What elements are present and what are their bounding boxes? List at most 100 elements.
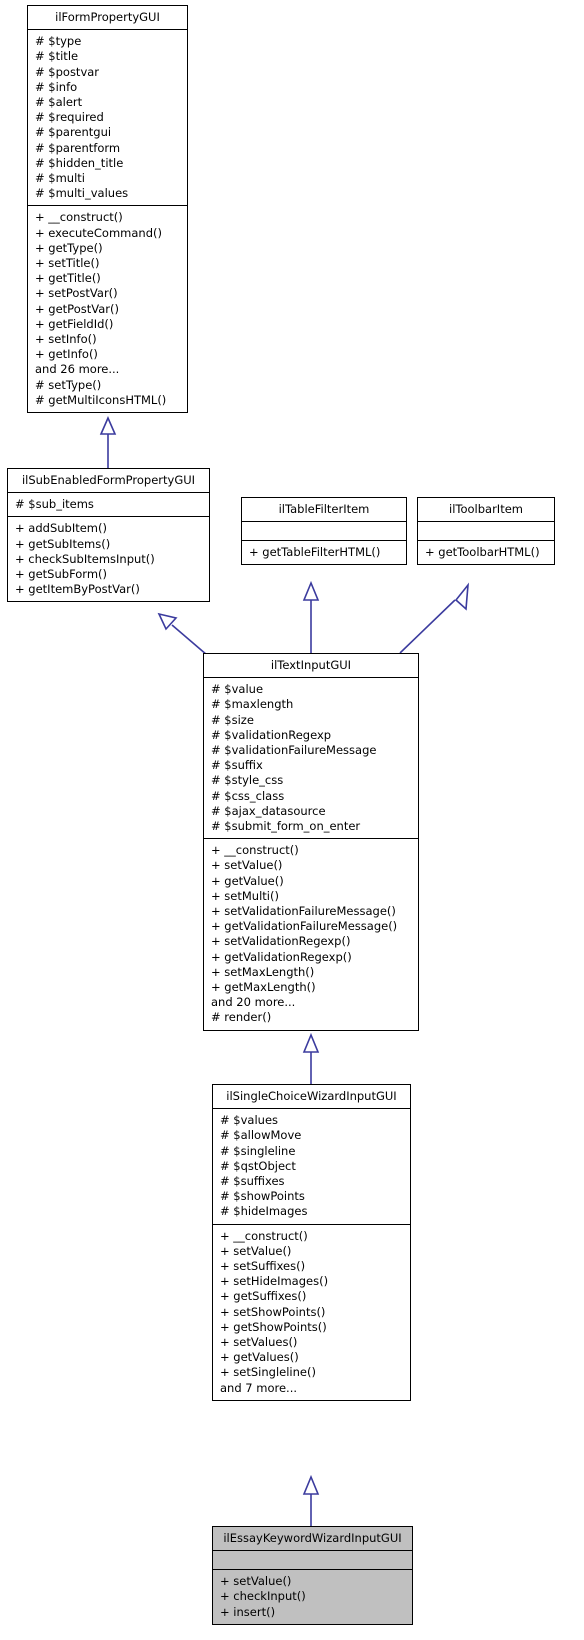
attribute-row: # $parentgui [35, 125, 112, 140]
class-operations: + addSubItem() + getSubItems() + checkSu… [8, 517, 209, 601]
operation-row: + insert() [220, 1604, 276, 1619]
operation-row: + setMulti() [211, 888, 279, 903]
attribute-row: # $multi [35, 171, 85, 186]
edge-textinput-to-subenabled [157, 612, 208, 656]
class-box-iltextinputgui[interactable]: ilTextInputGUI # $value # $maxlength # $… [203, 653, 419, 1031]
operation-row: + getType() [35, 240, 103, 255]
attribute-row: # $size [211, 712, 254, 727]
class-operations: + getToolbarHTML() [418, 541, 554, 564]
attribute-row: # $sub_items [15, 497, 94, 512]
operation-row: + getSubForm() [15, 567, 108, 582]
operation-row: + getTitle() [35, 271, 101, 286]
attribute-row: # $values [220, 1113, 279, 1128]
operation-row: + getValidationRegexp() [211, 949, 352, 964]
attribute-row: # $info [35, 79, 78, 94]
attribute-row: # $parentform [35, 140, 121, 155]
attribute-row: # $suffixes [220, 1174, 285, 1189]
attribute-row: # $singleline [220, 1143, 296, 1158]
class-box-ilformpropertygui[interactable]: ilFormPropertyGUI # $type # $title # $po… [27, 5, 188, 414]
edge-essaykeyword-to-singlechoice [302, 1474, 320, 1526]
class-operations: + __construct() + executeCommand() + get… [28, 206, 187, 412]
attribute-row: # $value [211, 682, 264, 697]
operation-row: + getFieldId() [35, 316, 114, 331]
operation-row: + getSubItems() [15, 536, 111, 551]
operation-row: # render() [211, 1010, 272, 1025]
operation-row: + getValue() [211, 873, 284, 888]
class-operations: + setValue() + checkInput() + insert() [213, 1570, 412, 1624]
class-attributes: # $sub_items [8, 493, 209, 518]
edge-textinput-to-toolbaritem [399, 582, 470, 654]
attribute-row: # $ajax_datasource [211, 803, 326, 818]
attribute-row: # $postvar [35, 64, 100, 79]
operation-row: + __construct() [220, 1228, 308, 1243]
uml-class-diagram: ilFormPropertyGUI # $type # $title # $po… [0, 0, 584, 1640]
operation-row: + setHideImages() [220, 1274, 329, 1289]
attribute-row: # $type [35, 34, 82, 49]
attribute-row: # $allowMove [220, 1128, 302, 1143]
operation-row: + setValue() [211, 858, 283, 873]
operation-row: + setShowPoints() [220, 1304, 326, 1319]
edge-singlechoice-to-textinput [302, 1032, 320, 1084]
attribute-row: # $multi_values [35, 186, 129, 201]
operation-row: + getValidationFailureMessage() [211, 919, 398, 934]
operation-row: + setValue() [220, 1243, 292, 1258]
operation-row: + getTableFilterHTML() [249, 545, 381, 560]
attribute-row: # $title [35, 49, 79, 64]
attribute-row: # $qstObject [220, 1158, 296, 1173]
attribute-row: # $hideImages [220, 1204, 308, 1219]
operation-row: + setValues() [220, 1335, 298, 1350]
attribute-row: # $required [35, 110, 104, 125]
attribute-row: # $showPoints [220, 1189, 305, 1204]
class-box-ilessaykeywordwizardinputgui[interactable]: ilEssayKeywordWizardInputGUI + setValue(… [212, 1526, 413, 1625]
operation-row: + getInfo() [35, 347, 98, 362]
operation-row: + getPostVar() [35, 301, 119, 316]
class-title: ilToolbarItem [418, 498, 554, 523]
operation-row: + setMaxLength() [211, 964, 315, 979]
attribute-row: # $hidden_title [35, 155, 124, 170]
operation-row: + getShowPoints() [220, 1319, 327, 1334]
attribute-row: # $submit_form_on_enter [211, 819, 361, 834]
operation-row-more: and 26 more... [35, 362, 120, 377]
edge-textinput-to-tablefilteritem [302, 580, 320, 653]
operation-row: + getItemByPostVar() [15, 582, 140, 597]
operation-row: + setValue() [220, 1574, 292, 1589]
class-attributes: # $values # $allowMove # $singleline # $… [213, 1109, 410, 1225]
operation-row: + __construct() [211, 843, 299, 858]
operation-row: + getValues() [220, 1350, 299, 1365]
operation-row: # getMultiIconsHTML() [35, 392, 167, 407]
operation-row: + setPostVar() [35, 286, 118, 301]
class-attributes: # $type # $title # $postvar # $info # $a… [28, 30, 187, 207]
attribute-row: # $alert [35, 95, 83, 110]
operation-row: + setValidationRegexp() [211, 934, 351, 949]
class-box-ilsubenabledformpropertygui[interactable]: ilSubEnabledFormPropertyGUI # $sub_items… [7, 468, 210, 603]
attribute-row: # $validationFailureMessage [211, 743, 377, 758]
operation-row: + __construct() [35, 210, 123, 225]
attribute-row: # $suffix [211, 758, 263, 773]
attribute-row: # $validationRegexp [211, 727, 332, 742]
operation-row: + checkInput() [220, 1589, 306, 1604]
operation-row: + setInfo() [35, 332, 97, 347]
operation-row: # setType() [35, 377, 102, 392]
class-attributes-empty [418, 522, 554, 542]
operation-row: + setTitle() [35, 256, 100, 271]
class-operations: + getTableFilterHTML() [242, 541, 406, 564]
class-attributes: # $value # $maxlength # $size # $validat… [204, 678, 418, 840]
class-title: ilEssayKeywordWizardInputGUI [213, 1527, 412, 1552]
attribute-row: # $maxlength [211, 697, 294, 712]
operation-row: + getToolbarHTML() [425, 545, 540, 560]
class-box-iltablefilteritem[interactable]: ilTableFilterItem + getTableFilterHTML() [241, 497, 407, 566]
class-operations: + __construct() + setValue() + getValue(… [204, 839, 418, 1029]
operation-row: + executeCommand() [35, 225, 162, 240]
class-title: ilTextInputGUI [204, 654, 418, 679]
class-box-iltoolbaritem[interactable]: ilToolbarItem + getToolbarHTML() [417, 497, 555, 566]
class-attributes-empty [213, 1551, 412, 1571]
class-title: ilSubEnabledFormPropertyGUI [8, 469, 209, 494]
class-title: ilFormPropertyGUI [28, 6, 187, 31]
operation-row: + setSingleline() [220, 1365, 316, 1380]
class-box-ilsinglechoicewizardinputgui[interactable]: ilSingleChoiceWizardInputGUI # $values #… [212, 1084, 411, 1401]
class-operations: + __construct() + setValue() + setSuffix… [213, 1225, 410, 1400]
operation-row-more: and 20 more... [211, 995, 296, 1010]
attribute-row: # $style_css [211, 773, 284, 788]
operation-row: + getSuffixes() [220, 1289, 307, 1304]
class-title: ilTableFilterItem [242, 498, 406, 523]
